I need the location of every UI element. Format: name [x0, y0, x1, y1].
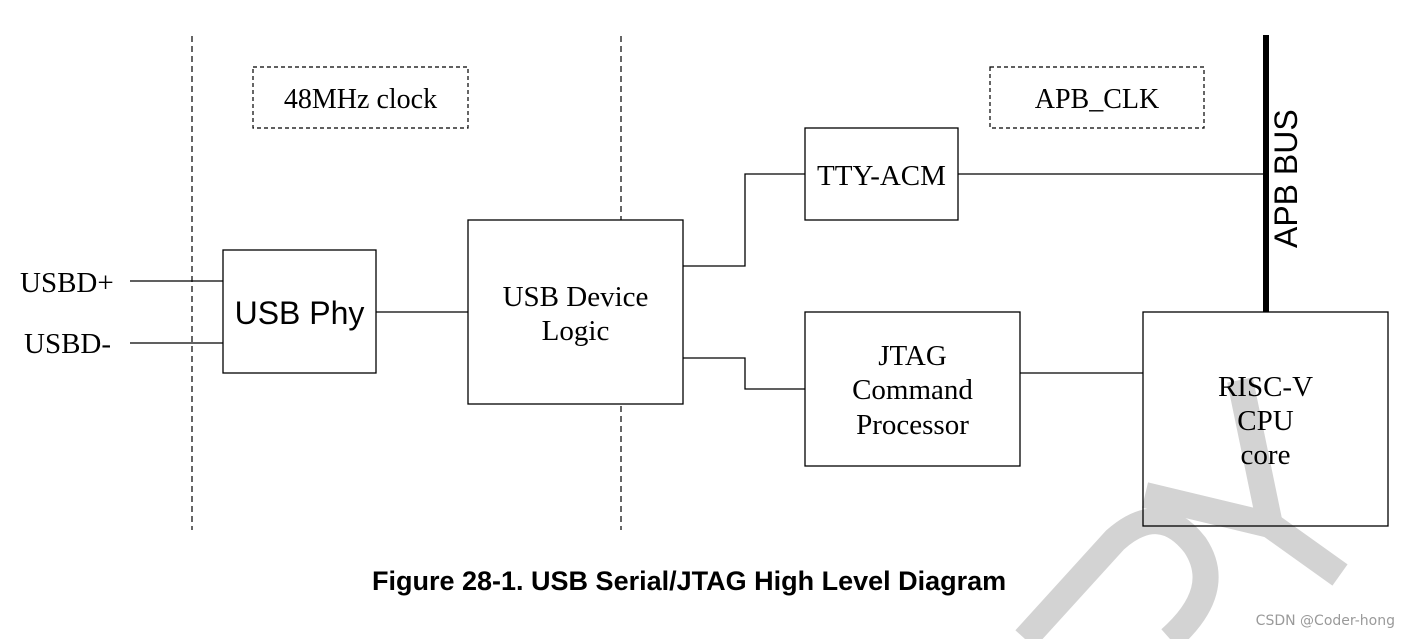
block-usb-device-logic: USB Device Logic: [467, 219, 684, 405]
figure-caption: Figure 28-1. USB Serial/JTAG High Level …: [372, 566, 1006, 596]
clock-label-48mhz: 48MHz clock: [252, 66, 469, 129]
wire-device-logic-to-jtag: [683, 357, 805, 390]
block-cpu-line-3: core: [1241, 439, 1291, 471]
clock-label-apb-text: APB_CLK: [1035, 84, 1159, 115]
block-cpu-line-2: CPU: [1237, 405, 1293, 437]
signal-label-usbd-minus: USBD-: [24, 328, 111, 360]
wire-device-logic-to-tty-acm: [683, 173, 805, 267]
block-tty-acm: TTY-ACM: [804, 127, 959, 221]
clock-label-apb: APB_CLK: [989, 66, 1205, 129]
block-cpu-line-1: RISC-V: [1218, 371, 1313, 403]
watermark-letter-y-right-arm: [1262, 514, 1348, 586]
block-jtag-line-3: Processor: [856, 409, 969, 441]
block-usb-phy-label: USB Phy: [235, 295, 365, 331]
credit-label: CSDN @Coder-hong: [1256, 613, 1395, 629]
signal-label-usbd-plus: USBD+: [20, 267, 114, 299]
usb-serial-jtag-diagram: 48MHz clock APB_CLK APB BUS USBD+ USBD- …: [20, 35, 1395, 639]
apb-bus-label: APB BUS: [1268, 109, 1304, 248]
block-usb-device-logic-line-1: USB Device: [503, 281, 649, 313]
block-tty-acm-label: TTY-ACM: [817, 160, 946, 192]
clock-label-48mhz-text: 48MHz clock: [284, 84, 437, 115]
block-jtag-line-2: Command: [852, 374, 973, 406]
block-usb-device-logic-line-2: Logic: [542, 315, 610, 347]
block-jtag-command-processor: JTAG Command Processor: [804, 311, 1021, 467]
watermark-letter-r: [1015, 508, 1219, 639]
block-jtag-line-1: JTAG: [878, 340, 947, 372]
block-usb-phy: USB Phy: [222, 249, 377, 374]
